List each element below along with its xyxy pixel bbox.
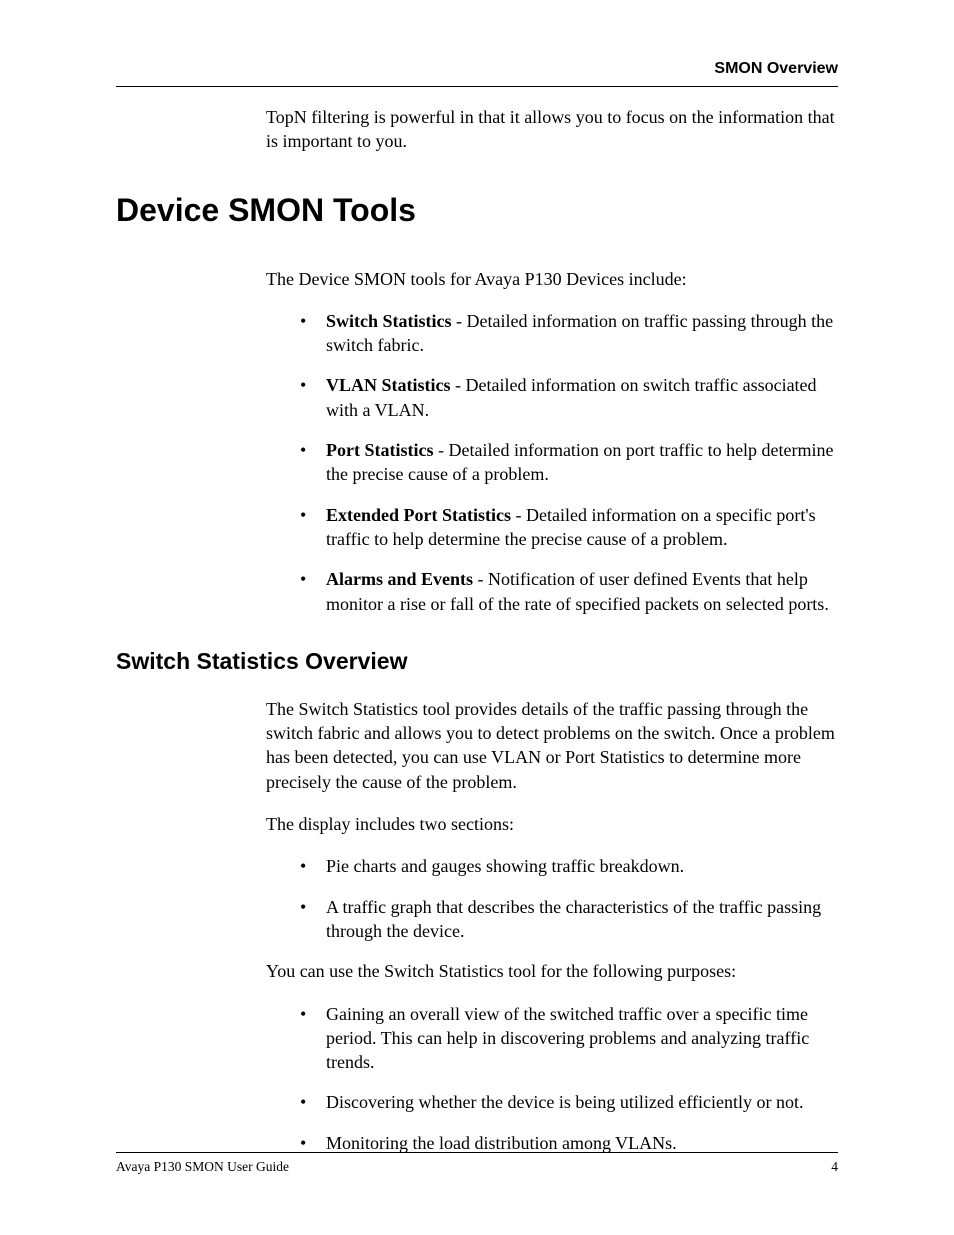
list-item: Pie charts and gauges showing traffic br… bbox=[300, 854, 838, 878]
list-item: A traffic graph that describes the chara… bbox=[300, 895, 838, 944]
term: Alarms and Events bbox=[326, 569, 473, 589]
body-paragraph: The display includes two sections: bbox=[266, 812, 838, 836]
section-heading: Device SMON Tools bbox=[116, 192, 838, 229]
page-footer: Avaya P130 SMON User Guide 4 bbox=[116, 1152, 838, 1175]
list-item: Switch Statistics - Detailed information… bbox=[300, 309, 838, 358]
header-rule bbox=[116, 86, 838, 87]
term: VLAN Statistics bbox=[326, 375, 451, 395]
list-item: Gaining an overall view of the switched … bbox=[300, 1002, 838, 1075]
body-paragraph: You can use the Switch Statistics tool f… bbox=[266, 959, 838, 983]
tools-list: Switch Statistics - Detailed information… bbox=[300, 309, 838, 616]
running-header: SMON Overview bbox=[116, 60, 838, 78]
list-item: Extended Port Statistics - Detailed info… bbox=[300, 503, 838, 552]
subsection-heading: Switch Statistics Overview bbox=[116, 648, 838, 675]
list-item: VLAN Statistics - Detailed information o… bbox=[300, 373, 838, 422]
section-lead: The Device SMON tools for Avaya P130 Dev… bbox=[266, 267, 838, 291]
term: Switch Statistics bbox=[326, 311, 452, 331]
term: Port Statistics bbox=[326, 440, 433, 460]
footer-left: Avaya P130 SMON User Guide bbox=[116, 1159, 289, 1175]
term: Extended Port Statistics bbox=[326, 505, 511, 525]
purposes-list: Gaining an overall view of the switched … bbox=[300, 1002, 838, 1155]
footer-rule bbox=[116, 1152, 838, 1153]
list-item: Discovering whether the device is being … bbox=[300, 1090, 838, 1114]
page-number: 4 bbox=[831, 1159, 838, 1175]
display-list: Pie charts and gauges showing traffic br… bbox=[300, 854, 838, 943]
intro-paragraph: TopN filtering is powerful in that it al… bbox=[266, 105, 838, 154]
list-item: Alarms and Events - Notification of user… bbox=[300, 567, 838, 616]
list-item: Port Statistics - Detailed information o… bbox=[300, 438, 838, 487]
body-paragraph: The Switch Statistics tool provides deta… bbox=[266, 697, 838, 794]
